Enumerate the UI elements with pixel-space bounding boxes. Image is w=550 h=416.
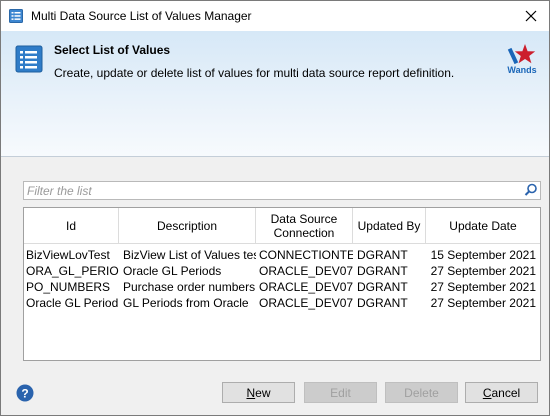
help-icon[interactable]: ?: [16, 384, 34, 402]
column-header-label: Update Date: [449, 218, 517, 233]
svg-text:?: ?: [21, 386, 28, 400]
banner-subtitle: Create, update or delete list of values …: [54, 66, 455, 80]
wands-logo: Wands: [505, 43, 539, 75]
cancel-button[interactable]: Cancel: [465, 382, 538, 403]
logo-text: Wands: [507, 65, 536, 75]
cell-description: BizView List of Values test: [123, 248, 256, 262]
cell-connection: ORACLE_DEV07: [259, 296, 353, 310]
cell-updated-by: DGRANT: [357, 248, 408, 262]
column-header-label: Id: [65, 218, 76, 233]
column-header-updated-by[interactable]: Updated By: [353, 208, 426, 244]
table-row[interactable]: PO_NUMBERS Purchase order numbers ORACLE…: [24, 279, 540, 295]
cell-update-date: 27 September 2021: [430, 280, 536, 294]
edit-button[interactable]: Edit: [304, 382, 377, 403]
table-header: Id Description Data Source Connection Up…: [24, 208, 540, 244]
filter-input[interactable]: [24, 182, 517, 199]
cell-connection: ORACLE_DEV07: [259, 280, 353, 294]
cell-description: Oracle GL Periods: [123, 264, 222, 278]
close-icon[interactable]: [517, 2, 545, 30]
new-button[interactable]: New: [222, 382, 295, 403]
table-row[interactable]: BizViewLovTest BizView List of Values te…: [24, 247, 540, 263]
list-icon: [15, 45, 43, 73]
table-row[interactable]: Oracle GL Period GL Periods from Oracle …: [24, 295, 540, 311]
cell-id: Oracle GL Period: [26, 296, 119, 310]
cell-update-date: 27 September 2021: [430, 264, 536, 278]
column-header-id[interactable]: Id: [24, 208, 119, 244]
cell-update-date: 15 September 2021: [430, 248, 536, 262]
banner-title: Select List of Values: [54, 43, 171, 57]
filter-box: [23, 181, 541, 200]
list-icon: [9, 9, 23, 23]
column-header-update-date[interactable]: Update Date: [426, 208, 540, 244]
column-header-data-source-connection[interactable]: Data Source Connection: [256, 208, 353, 244]
column-header-label-line: Connection: [273, 225, 335, 240]
column-header-label-line: Data Source: [270, 211, 338, 226]
search-icon[interactable]: [524, 183, 538, 197]
cell-connection: CONNECTIONTEST: [259, 248, 353, 262]
column-header-label: Updated By: [357, 218, 421, 233]
dialog-window: Multi Data Source List of Values Manager: [0, 0, 550, 416]
title-bar: Multi Data Source List of Values Manager: [1, 1, 549, 31]
cell-update-date: 27 September 2021: [430, 296, 536, 310]
cell-description: Purchase order numbers: [123, 280, 256, 294]
delete-button[interactable]: Delete: [385, 382, 458, 403]
cell-updated-by: DGRANT: [357, 280, 408, 294]
table-row[interactable]: ORA_GL_PERIODS Oracle GL Periods ORACLE_…: [24, 263, 540, 279]
column-header-label: Description: [156, 218, 218, 233]
header-banner: Select List of Values Create, update or …: [1, 31, 549, 157]
cell-updated-by: DGRANT: [357, 264, 408, 278]
cell-id: BizViewLovTest: [26, 248, 110, 262]
column-header-description[interactable]: Description: [119, 208, 256, 244]
lov-table: Id Description Data Source Connection Up…: [23, 207, 541, 361]
cell-description: GL Periods from Oracle: [123, 296, 249, 310]
cell-id: PO_NUMBERS: [26, 280, 111, 294]
cell-connection: ORACLE_DEV07: [259, 264, 353, 278]
window-title: Multi Data Source List of Values Manager: [31, 9, 252, 23]
cell-id: ORA_GL_PERIODS: [26, 264, 119, 278]
cell-updated-by: DGRANT: [357, 296, 408, 310]
